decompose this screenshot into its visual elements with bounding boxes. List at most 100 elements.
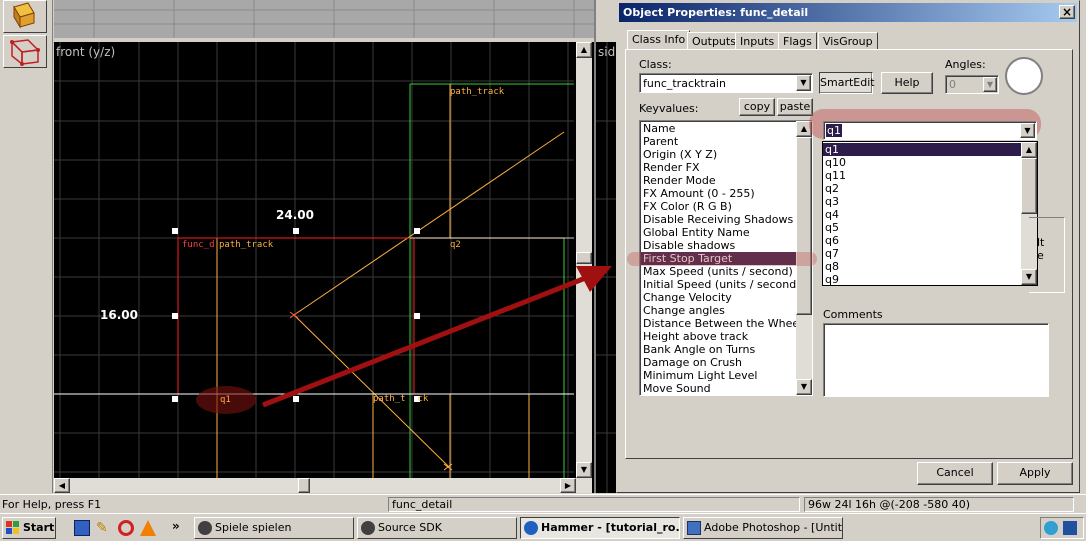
camera-viewport[interactable] [54,0,594,38]
keyvalue-item[interactable]: Render FX [641,161,796,174]
task-source-sdk[interactable]: Source SDK [357,517,517,539]
dropdown-option[interactable]: q8 [823,260,1021,273]
dropdown-option[interactable]: q10 [823,156,1021,169]
tray-app-icon[interactable] [1044,521,1058,535]
dropdown-option[interactable]: q11 [823,169,1021,182]
steam-icon [198,521,212,535]
keyvalues-label: Keyvalues: [639,102,699,115]
task-photoshop[interactable]: Adobe Photoshop - [Untitl... [683,517,843,539]
status-dimensions: 96w 24l 16h @(-208 -580 40) [804,497,1074,512]
scroll-down-icon[interactable]: ▼ [796,379,812,395]
dropdown-option[interactable]: q2 [823,182,1021,195]
status-bar: For Help, press F1 func_detail 96w 24l 1… [0,494,1086,513]
keyvalue-item[interactable]: Distance Between the Wheels [641,317,808,330]
cancel-button[interactable]: Cancel [917,462,993,485]
keyvalue-item[interactable]: Max Speed (units / second) [641,265,796,278]
dialog-titlebar[interactable]: Object Properties: func_detail [619,3,1077,22]
viewport-splitter[interactable] [594,0,596,493]
close-button[interactable]: × [1059,5,1075,19]
chevron-down-icon: ▼ [983,77,997,92]
keyvalue-item[interactable]: FX Color (R G B) [641,200,796,213]
keyvalue-item[interactable]: Height above track [641,330,796,343]
paste-button[interactable]: paste [777,98,813,116]
keyvalue-item[interactable]: Initial Speed (units / second) [641,278,800,291]
keyvalue-item[interactable]: Name [641,122,796,135]
windows-logo-icon [6,521,19,534]
height-dimension-label: 16.00 [100,308,138,322]
keyvalue-item[interactable]: Render Mode [641,174,796,187]
quicklaunch-vlc-icon[interactable] [140,520,156,536]
dialog-title: Object Properties: func_detail [623,6,809,19]
path-track-label-bottom: path_t ck [373,394,429,404]
dropdown-option[interactable]: q7 [823,247,1021,260]
dropdown-option[interactable]: q4 [823,208,1021,221]
vertical-scrollbar[interactable]: ▲ ▼ [576,42,592,478]
obscured-text-1: lt [1037,236,1045,249]
quicklaunch-opera-icon[interactable] [118,520,134,536]
tray-network-icon[interactable] [1063,521,1077,535]
taskbar: Start ✎ » Spiele spielen Source SDK Hamm… [0,513,1086,541]
entity-tool-icon[interactable] [3,35,47,68]
scroll-up-icon[interactable]: ▲ [1021,142,1037,158]
comments-textarea[interactable] [823,323,1049,397]
keyvalue-item[interactable]: Move Sound [641,382,796,395]
left-toolbar [0,0,53,493]
status-help-text: For Help, press F1 [2,498,102,511]
dropdown-option[interactable]: q1 [823,143,1021,156]
tab-flags[interactable]: Flags [778,32,817,50]
tab-inputs[interactable]: Inputs [735,32,780,50]
scroll-thumb[interactable] [796,137,812,315]
value-dropdown-list[interactable]: q1 q10 q11 q2 q3 q4 q5 q6 q7 q8 q9 ▲ ▼ [822,141,1038,286]
width-dimension-label: 24.00 [276,208,314,222]
task-hammer[interactable]: Hammer - [tutorial_ro... [520,517,680,539]
tab-visgroup[interactable]: VisGroup [818,32,878,50]
tab-class-info[interactable]: Class Info [627,30,691,50]
angles-combobox[interactable]: 0 ▼ [945,75,999,94]
apply-button[interactable]: Apply [997,462,1073,485]
keyvalue-item[interactable]: FX Amount (0 - 255) [641,187,796,200]
close-icon: × [1061,5,1073,19]
front-viewport[interactable]: front (y/z) 24.00 16.00 func_d path_trac… [54,42,594,493]
keyvalue-item[interactable]: Minimum Light Level [641,369,796,382]
smartedit-button[interactable]: SmartEdit [819,72,875,94]
angles-dial-icon[interactable] [1005,57,1043,95]
dropdown-option[interactable]: q9 [823,273,1021,285]
horizontal-scrollbar[interactable]: ◀ ▶ [54,478,592,493]
dropdown-option[interactable]: q5 [823,221,1021,234]
class-label: Class: [639,58,672,71]
task-spiele-spielen[interactable]: Spiele spielen [194,517,354,539]
keyvalue-item[interactable]: Damage on Crush [641,356,796,369]
keyvalue-item[interactable]: Bank Angle on Turns [641,343,796,356]
keyvalue-item[interactable]: Origin (X Y Z) [641,148,796,161]
value-combobox[interactable]: q1 ▼ [823,121,1037,140]
help-button[interactable]: Help [881,72,933,94]
side-viewport[interactable]: sid [596,42,618,493]
keyvalue-item[interactable]: Global Entity Name [641,226,796,239]
obscured-text-2: e [1037,249,1044,262]
tab-outputs[interactable]: Outputs [687,32,741,50]
scroll-thumb[interactable] [1021,158,1037,214]
class-combobox[interactable]: func_tracktrain ▼ [639,73,813,93]
keyvalue-item[interactable]: Disable Receiving Shadows [641,213,796,226]
chevron-down-icon[interactable]: ▼ [1020,123,1035,138]
chevron-down-icon[interactable]: ▼ [796,75,811,91]
copy-button[interactable]: copy [739,98,775,116]
dropdown-option[interactable]: q3 [823,195,1021,208]
path-track-label-overlap: path_track [219,240,274,250]
keyvalue-item[interactable]: Change angles [641,304,796,317]
quicklaunch-pencil-icon[interactable]: ✎ [96,520,112,536]
dropdown-option[interactable]: q6 [823,234,1021,247]
camera-tool-icon[interactable] [3,0,47,33]
keyvalue-item[interactable]: Parent [641,135,796,148]
q2-label: q2 [450,240,461,250]
status-selection: func_detail [388,497,800,512]
steam-icon [361,521,375,535]
keyvalue-item[interactable]: Disable shadows [641,239,796,252]
keyvalue-item[interactable]: Change Velocity [641,291,796,304]
quicklaunch-desktop-icon[interactable] [74,520,90,536]
photoshop-icon [687,521,701,535]
start-button[interactable]: Start [2,517,56,539]
hammer-globe-icon [524,521,538,535]
quicklaunch-expand-icon[interactable]: » [172,519,180,533]
obscured-groupbox [1029,217,1065,293]
